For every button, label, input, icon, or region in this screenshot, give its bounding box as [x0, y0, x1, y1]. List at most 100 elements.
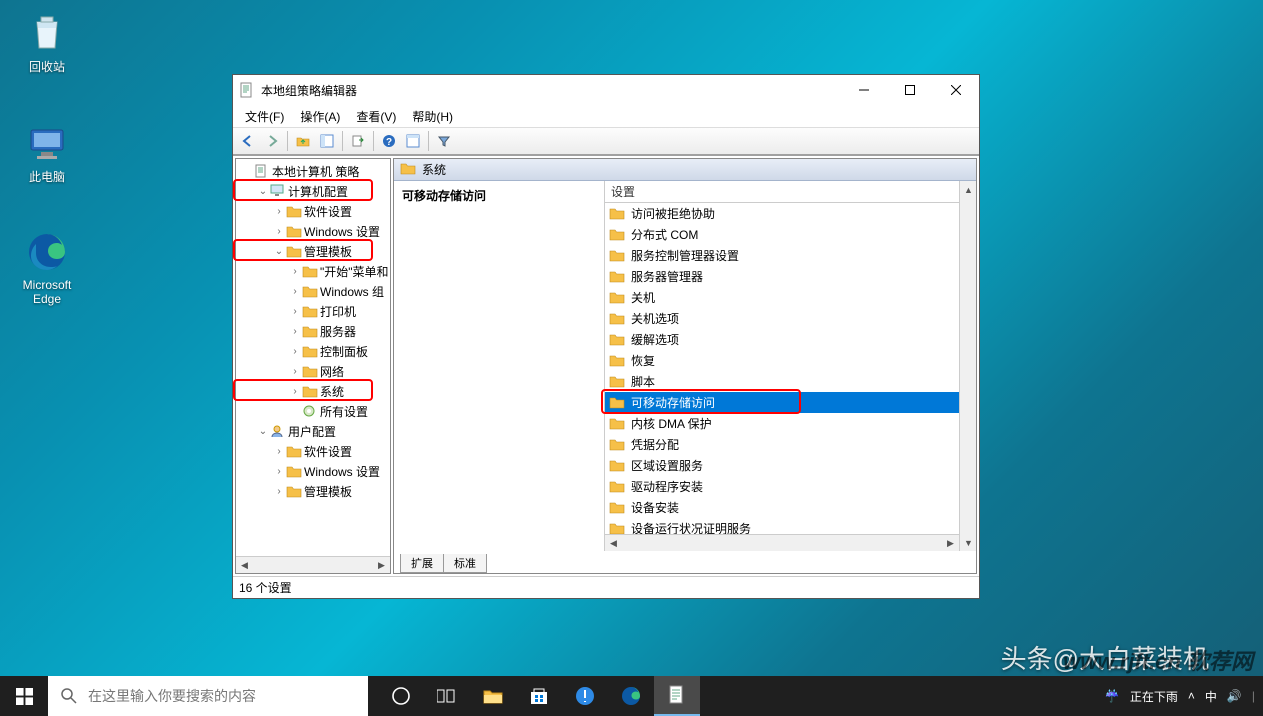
system-tray[interactable]: ☔ 正在下雨 ˄ 中 🔊 |: [1097, 676, 1263, 716]
list-item[interactable]: 关机选项: [605, 308, 959, 329]
tree-twist-icon[interactable]: ›: [288, 326, 302, 337]
cortana-button[interactable]: [378, 676, 424, 716]
list-item[interactable]: 设备运行状况证明服务: [605, 518, 959, 534]
help-button[interactable]: ?: [378, 130, 400, 152]
tab-extended[interactable]: 扩展: [400, 554, 444, 573]
scroll-down-icon[interactable]: ▼: [960, 534, 977, 551]
list-item[interactable]: 驱动程序安装: [605, 476, 959, 497]
folder-icon: [609, 332, 625, 348]
tree-twist-icon[interactable]: ›: [272, 446, 286, 457]
tree-item[interactable]: ›打印机: [236, 301, 390, 321]
list-item[interactable]: 恢复: [605, 350, 959, 371]
tree-item[interactable]: ›软件设置: [236, 441, 390, 461]
tree-item[interactable]: ›软件设置: [236, 201, 390, 221]
tree-item[interactable]: ›网络: [236, 361, 390, 381]
list-item[interactable]: 缓解选项: [605, 329, 959, 350]
minimize-button[interactable]: [841, 75, 887, 105]
list-item[interactable]: 服务器管理器: [605, 266, 959, 287]
tree-item[interactable]: ›Windows 组: [236, 281, 390, 301]
taskbar-gpedit[interactable]: [654, 676, 700, 716]
tree-twist-icon[interactable]: ›: [288, 346, 302, 357]
tree-item[interactable]: ›"开始"菜单和: [236, 261, 390, 281]
list-hscrollbar[interactable]: ◀ ▶: [605, 534, 959, 551]
tree-item[interactable]: ›系统: [236, 381, 390, 401]
tree-twist-icon[interactable]: ›: [272, 226, 286, 237]
tree-twist-icon[interactable]: ⌄: [256, 186, 270, 197]
tree-item[interactable]: ⌄用户配置: [236, 421, 390, 441]
list-item-label: 脚本: [631, 373, 655, 390]
menu-action[interactable]: 操作(A): [292, 106, 348, 127]
tree-twist-icon[interactable]: ›: [288, 266, 302, 277]
tray-chevron-up-icon[interactable]: ˄: [1188, 689, 1195, 703]
scroll-left-icon[interactable]: ◀: [236, 557, 253, 574]
scroll-left-icon[interactable]: ◀: [605, 535, 622, 552]
properties-button[interactable]: [402, 130, 424, 152]
tree-hscrollbar[interactable]: ◀ ▶: [236, 556, 390, 573]
tree-twist-icon[interactable]: ⌄: [272, 246, 286, 257]
back-button[interactable]: [237, 130, 259, 152]
taskbar-tips[interactable]: [562, 676, 608, 716]
menu-help[interactable]: 帮助(H): [404, 106, 461, 127]
list-item[interactable]: 凭据分配: [605, 434, 959, 455]
tree-item[interactable]: ⌄管理模板: [236, 241, 390, 261]
tree-item[interactable]: ›服务器: [236, 321, 390, 341]
taskbar-edge[interactable]: [608, 676, 654, 716]
folder-icon: [609, 248, 625, 264]
task-view-button[interactable]: [424, 676, 470, 716]
tab-standard[interactable]: 标准: [443, 554, 487, 573]
up-button[interactable]: [292, 130, 314, 152]
taskbar-store[interactable]: [516, 676, 562, 716]
tree-twist-icon[interactable]: ›: [288, 386, 302, 397]
tree-twist-icon[interactable]: ›: [272, 486, 286, 497]
settings-list[interactable]: 访问被拒绝协助分布式 COM服务控制管理器设置服务器管理器关机关机选项缓解选项恢…: [605, 203, 959, 534]
folder-icon: [286, 203, 302, 219]
filter-button[interactable]: [433, 130, 455, 152]
tree-twist-icon[interactable]: ›: [288, 306, 302, 317]
list-vscrollbar[interactable]: ▲ ▼: [959, 181, 976, 551]
forward-button[interactable]: [261, 130, 283, 152]
tree-item[interactable]: 本地计算机 策略: [236, 161, 390, 181]
menu-file[interactable]: 文件(F): [237, 106, 292, 127]
tray-volume-icon[interactable]: 🔊: [1227, 689, 1242, 703]
desktop-edge[interactable]: Microsoft Edge: [10, 230, 84, 306]
scroll-right-icon[interactable]: ▶: [942, 535, 959, 552]
list-item[interactable]: 可移动存储访问: [605, 392, 959, 413]
list-item[interactable]: 内核 DMA 保护: [605, 413, 959, 434]
policy-tree[interactable]: 本地计算机 策略⌄计算机配置›软件设置›Windows 设置⌄管理模板›"开始"…: [236, 159, 390, 556]
taskbar-search[interactable]: 在这里输入你要搜索的内容: [48, 676, 368, 716]
scroll-up-icon[interactable]: ▲: [960, 181, 977, 198]
titlebar[interactable]: 本地组策略编辑器: [233, 75, 979, 105]
details-panel: 系统 可移动存储访问 设置 访问被拒绝协助分布式 COM服务控制管理器设置服务器…: [393, 158, 977, 574]
tree-item[interactable]: ⌄计算机配置: [236, 181, 390, 201]
list-item[interactable]: 设备安装: [605, 497, 959, 518]
desktop-this-pc[interactable]: 此电脑: [10, 120, 84, 185]
tree-twist-icon[interactable]: ›: [272, 206, 286, 217]
taskbar-explorer[interactable]: [470, 676, 516, 716]
tree-twist-icon[interactable]: ›: [272, 466, 286, 477]
list-item[interactable]: 访问被拒绝协助: [605, 203, 959, 224]
list-item[interactable]: 分布式 COM: [605, 224, 959, 245]
export-button[interactable]: [347, 130, 369, 152]
list-item[interactable]: 脚本: [605, 371, 959, 392]
list-column-header[interactable]: 设置: [605, 181, 959, 203]
tree-item[interactable]: ›控制面板: [236, 341, 390, 361]
tree-item-label: Windows 设置: [304, 463, 380, 480]
maximize-button[interactable]: [887, 75, 933, 105]
tree-item[interactable]: 所有设置: [236, 401, 390, 421]
list-item[interactable]: 服务控制管理器设置: [605, 245, 959, 266]
tree-twist-icon[interactable]: ›: [288, 366, 302, 377]
tree-item[interactable]: ›Windows 设置: [236, 221, 390, 241]
tray-ime[interactable]: 中: [1205, 688, 1217, 705]
menu-view[interactable]: 查看(V): [348, 106, 404, 127]
tree-twist-icon[interactable]: ›: [288, 286, 302, 297]
start-button[interactable]: [0, 676, 48, 716]
list-item[interactable]: 区域设置服务: [605, 455, 959, 476]
tree-twist-icon[interactable]: ⌄: [256, 426, 270, 437]
desktop-recycle-bin[interactable]: 回收站: [10, 10, 84, 75]
show-hide-tree-button[interactable]: [316, 130, 338, 152]
scroll-right-icon[interactable]: ▶: [373, 557, 390, 574]
close-button[interactable]: [933, 75, 979, 105]
tree-item[interactable]: › Windows 设置: [236, 461, 390, 481]
tree-item[interactable]: ›管理模板: [236, 481, 390, 501]
list-item[interactable]: 关机: [605, 287, 959, 308]
